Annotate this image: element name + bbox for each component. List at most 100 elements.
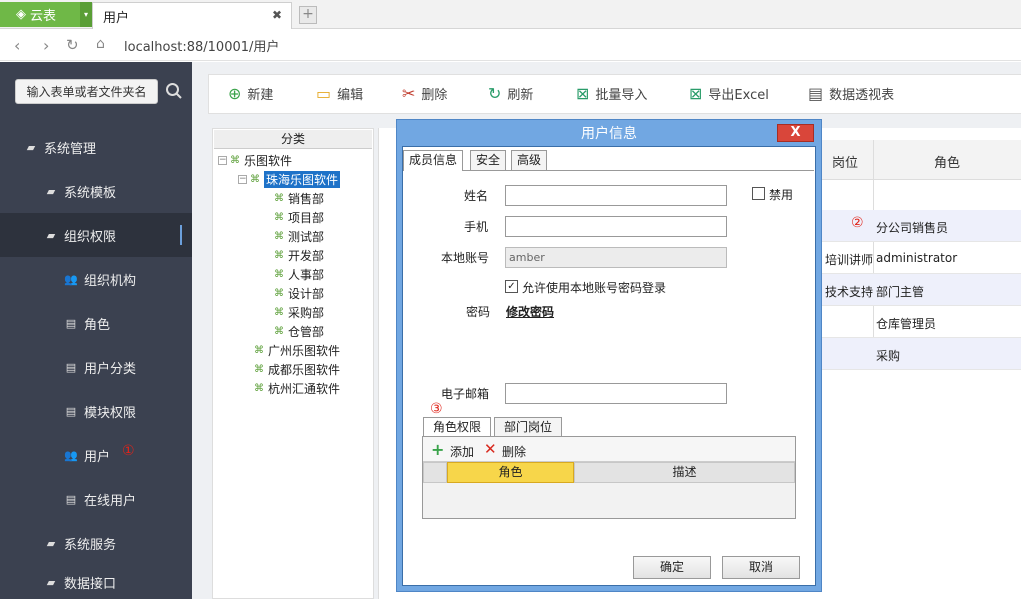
url-field[interactable]: localhost:88/10001/用户 — [124, 36, 279, 55]
phone-field[interactable] — [505, 216, 727, 237]
tree-node-dept[interactable]: ⌘ 采购部 — [274, 303, 324, 322]
tree-node-dept[interactable]: ⌘ 人事部 — [274, 265, 324, 284]
tree-node-dept[interactable]: ⌘ 仓管部 — [274, 322, 324, 341]
table-row[interactable]: 技术支持 部门主管 — [820, 274, 1021, 306]
back-icon[interactable]: ‹ — [14, 36, 20, 55]
collapse-icon[interactable]: − — [238, 175, 247, 184]
table-row[interactable] — [820, 180, 1021, 212]
dialog-close-button[interactable]: X — [777, 124, 814, 142]
tab-member-info[interactable]: 成员信息 — [403, 150, 464, 171]
export-excel-button[interactable]: ⊠ 导出Excel — [689, 84, 769, 103]
sidebar-item-label: 系统服务 — [64, 537, 117, 553]
sidebar-item-user-category[interactable]: ▤ 用户分类 — [0, 345, 192, 389]
name-field[interactable] — [505, 185, 727, 206]
sidebar-item-system-admin[interactable]: ▰ 系统管理 — [0, 125, 192, 169]
add-role-button[interactable]: 添加 — [450, 443, 474, 460]
folder-open-icon: ▰ — [26, 140, 36, 154]
refresh-button[interactable]: ↻ 刷新 — [488, 84, 533, 103]
table-row[interactable]: 仓库管理员 — [820, 306, 1021, 338]
org-node-icon: ⌘ — [274, 231, 284, 242]
sidebar-item-org-permissions[interactable]: ▰ 组织权限 — [0, 213, 192, 257]
new-tab-button[interactable]: + — [299, 6, 317, 24]
collapse-icon[interactable]: − — [218, 156, 227, 165]
sidebar-item-users[interactable]: 👥 用户 ① — [0, 433, 192, 477]
tree-node-branch[interactable]: ⌘ 成都乐图软件 — [254, 360, 340, 379]
ok-button[interactable]: 确定 — [633, 556, 711, 579]
tree-node-branch[interactable]: ⌘ 杭州汇通软件 — [254, 379, 340, 398]
edit-button[interactable]: ▭ 编辑 — [316, 84, 363, 103]
phone-label: 手机 — [464, 220, 489, 234]
tree-node-dept[interactable]: ⌘ 项目部 — [274, 208, 324, 227]
allow-local-login-checkbox[interactable]: ✓ — [505, 280, 518, 293]
tab-strip-line — [404, 170, 814, 171]
document-icon: ▤ — [65, 360, 77, 374]
tree-node-dept[interactable]: ⌘ 设计部 — [274, 284, 324, 303]
tree-node-dept[interactable]: ⌘ 测试部 — [274, 227, 324, 246]
change-password-link[interactable]: 修改密码 — [506, 303, 554, 320]
sidebar-item-label: 系统管理 — [44, 141, 97, 157]
tab-department-positions[interactable]: 部门岗位 — [494, 417, 563, 437]
tree-node-dept[interactable]: ⌘ 销售部 — [274, 189, 324, 208]
sidebar-item-online-users[interactable]: ▤ 在线用户 — [0, 477, 192, 521]
table-row[interactable]: 培训讲师 administrator — [820, 242, 1021, 274]
remove-role-button[interactable]: 删除 — [502, 443, 526, 460]
forward-icon[interactable]: › — [43, 36, 49, 55]
delete-icon[interactable]: ✕ — [484, 440, 497, 458]
dialog-title: 用户信息 — [581, 126, 637, 142]
password-label: 密码 — [466, 305, 491, 319]
cancel-button[interactable]: 取消 — [722, 556, 800, 579]
tree-node-dept[interactable]: ⌘ 开发部 — [274, 246, 324, 265]
tree-node-label: 乐图软件 — [244, 154, 293, 168]
column-header-role[interactable]: 角色 — [934, 152, 960, 171]
email-field[interactable] — [505, 383, 727, 404]
sidebar-item-module-permissions[interactable]: ▤ 模块权限 — [0, 389, 192, 433]
tab-users[interactable]: 用户 — [92, 2, 292, 29]
home-icon[interactable]: ⌂ — [96, 36, 105, 52]
name-label: 姓名 — [464, 189, 489, 203]
document-icon: ▤ — [65, 492, 77, 506]
table-row[interactable]: 采购 — [820, 338, 1021, 370]
add-icon[interactable]: + — [431, 440, 444, 459]
tree-node-root[interactable]: − ⌘ 乐图软件 — [218, 151, 292, 170]
org-node-icon: ⌘ — [274, 250, 284, 261]
excel-import-icon: ⊠ — [576, 84, 590, 103]
sidebar-item-label: 用户分类 — [84, 361, 137, 377]
sidebar-item-org-structure[interactable]: 👥 组织机构 — [0, 257, 192, 301]
folder-open-icon: ▰ — [46, 228, 56, 242]
sidebar-item-data-interface[interactable]: ▰ 数据接口 — [0, 565, 192, 599]
local-account-label: 本地账号 — [441, 251, 490, 265]
folder-open-icon: ▰ — [46, 536, 56, 550]
document-icon: ▤ — [65, 316, 77, 330]
pivot-table-label: 数据透视表 — [829, 88, 895, 103]
table-row[interactable]: ② 分公司销售员 — [820, 210, 1021, 242]
batch-import-button[interactable]: ⊠ 批量导入 — [576, 84, 647, 103]
edit-label: 编辑 — [337, 88, 364, 103]
disabled-checkbox[interactable] — [752, 187, 765, 200]
new-button[interactable]: ⊕ 新建 — [228, 84, 273, 103]
sidebar-item-roles[interactable]: ▤ 角色 — [0, 301, 192, 345]
tree-node-label: 测试部 — [288, 230, 325, 244]
brand-logo[interactable]: ◈ 云表 — [0, 2, 80, 27]
org-node-icon: ⌘ — [274, 307, 284, 318]
tab-advanced[interactable]: 高级 — [511, 150, 548, 170]
pivot-table-button[interactable]: ▤ 数据透视表 — [808, 84, 894, 103]
sidebar-item-label: 组织机构 — [84, 273, 137, 289]
tab-role-permissions[interactable]: 角色权限 — [423, 417, 492, 437]
brand-dropdown-icon[interactable]: ▾ — [80, 2, 92, 27]
sidebar-item-system-template[interactable]: ▰ 系统模板 — [0, 169, 192, 213]
tree-node-label: 杭州汇通软件 — [268, 382, 341, 396]
column-header-description[interactable]: 描述 — [574, 462, 795, 483]
plus-circle-icon: ⊕ — [228, 84, 242, 103]
tree-node-branch[interactable]: ⌘ 广州乐图软件 — [254, 341, 340, 360]
close-tab-icon[interactable]: ✖ — [272, 8, 282, 22]
column-header-role[interactable]: 角色 — [447, 462, 574, 483]
tab-security[interactable]: 安全 — [470, 150, 507, 170]
users-icon: 👥 — [64, 272, 78, 286]
column-header-position[interactable]: 岗位 — [832, 152, 858, 171]
reload-icon[interactable]: ↻ — [66, 36, 79, 54]
delete-button[interactable]: ✂ 删除 — [402, 84, 447, 103]
tree-node-zhuhai[interactable]: − ⌘ 珠海乐图软件 — [238, 170, 341, 189]
sidebar-item-system-services[interactable]: ▰ 系统服务 — [0, 521, 192, 565]
sidebar-search-input[interactable]: 输入表单或者文件夹名 — [15, 79, 158, 104]
search-icon[interactable] — [165, 82, 183, 100]
